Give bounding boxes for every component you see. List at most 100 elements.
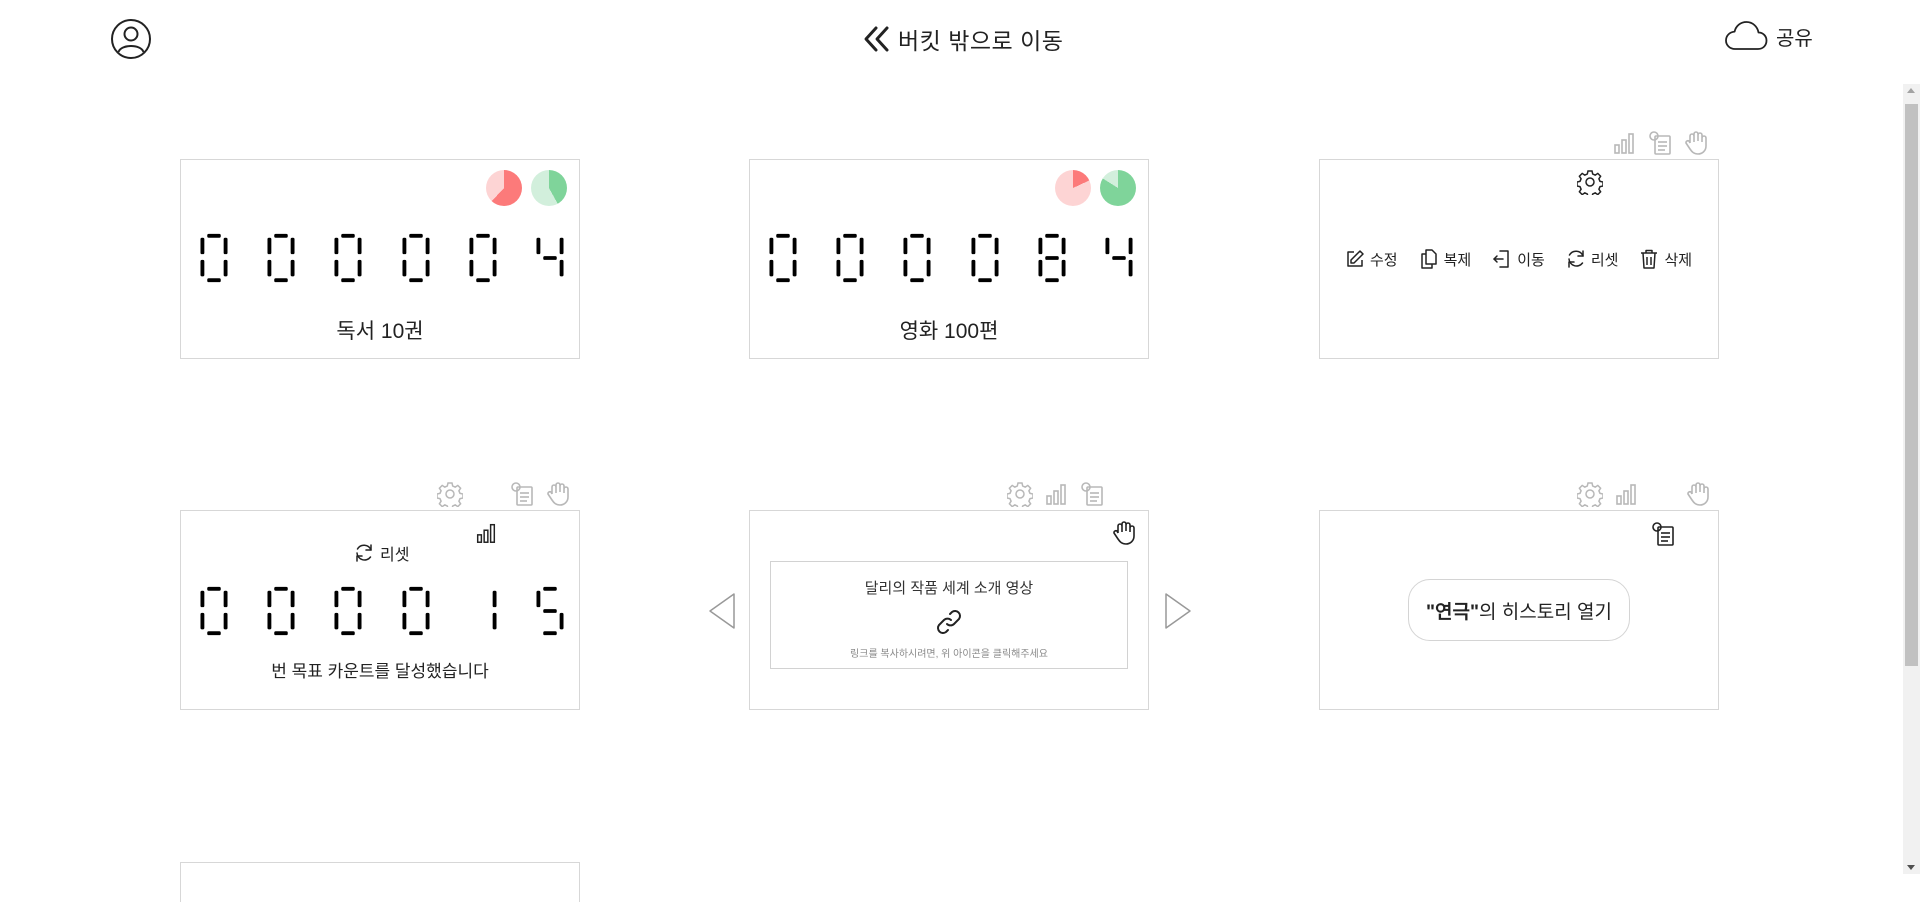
- segment-e: [200, 259, 205, 277]
- segment-d: [843, 278, 857, 283]
- red-progress-pie[interactable]: [1055, 170, 1091, 206]
- memo-icon[interactable]: [1647, 130, 1673, 156]
- card-tools: [1611, 130, 1709, 156]
- prev-arrow[interactable]: [706, 591, 738, 631]
- segment-c: [1128, 259, 1133, 277]
- bar-chart-icon[interactable]: [1613, 481, 1639, 507]
- hand-icon[interactable]: [1683, 130, 1709, 156]
- double-chevron-left-icon: [864, 26, 889, 52]
- profile-button[interactable]: [110, 18, 152, 60]
- segment-e: [971, 259, 975, 277]
- user-icon: [111, 19, 151, 59]
- segment-b: [425, 590, 430, 608]
- gear-icon[interactable]: [437, 481, 463, 507]
- segment-c: [492, 612, 497, 630]
- segment-a: [341, 586, 356, 591]
- hand-icon[interactable]: [1685, 481, 1711, 507]
- segment-d: [543, 631, 557, 636]
- segment-f: [334, 237, 339, 255]
- card-tools: [1577, 481, 1711, 507]
- segment-e: [769, 259, 774, 277]
- segment-e: [402, 612, 406, 630]
- gear-icon[interactable]: [1577, 481, 1603, 507]
- reset-button[interactable]: 리셋: [353, 541, 409, 565]
- next-card-partial[interactable]: [180, 862, 580, 902]
- open-history-button[interactable]: "연극" 의 히스토리 열기: [1408, 579, 1630, 641]
- segment-g: [543, 256, 557, 260]
- segment-a: [274, 586, 288, 591]
- digit-2: [836, 233, 864, 283]
- exit-bucket-link[interactable]: 버킷 밖으로 이동: [862, 22, 1063, 56]
- copy-icon: [1420, 249, 1437, 269]
- segment-d: [207, 278, 221, 283]
- memo-icon[interactable]: [1079, 481, 1105, 507]
- segment-b: [425, 237, 430, 255]
- bar-chart-icon[interactable]: [1043, 481, 1069, 507]
- digit-5: [1038, 233, 1066, 283]
- reset-label: 리셋: [1590, 251, 1619, 269]
- bar-chart-icon[interactable]: [1611, 130, 1637, 156]
- segment-c: [290, 612, 295, 630]
- scroll-thumb[interactable]: [1905, 104, 1918, 666]
- green-progress-pie[interactable]: [531, 170, 567, 206]
- segment-b: [492, 590, 497, 608]
- counter-display: [199, 230, 565, 286]
- segment-f: [971, 237, 975, 255]
- segment-b: [792, 237, 797, 255]
- history-subject: "연극": [1426, 601, 1480, 623]
- scroll-up-arrow[interactable]: [1907, 88, 1915, 93]
- counter-card-goal[interactable]: 리셋 번 목표 카운트를 달성했습니다: [180, 510, 580, 710]
- segment-c: [358, 259, 362, 277]
- segment-d: [408, 631, 423, 636]
- red-progress-pie[interactable]: [486, 170, 522, 206]
- segment-a: [274, 233, 288, 238]
- digit-5: [492, 590, 497, 630]
- next-arrow[interactable]: [1162, 591, 1194, 631]
- link-preview: 달리의 작품 세계 소개 영상 링크를 복사하시려면, 위 아이콘을 클릭해주세…: [770, 561, 1128, 669]
- segment-f: [402, 590, 406, 608]
- segment-e: [334, 259, 339, 277]
- delete-button[interactable]: 삭제: [1638, 248, 1692, 270]
- counter-card-movies[interactable]: 영화 100편: [749, 159, 1149, 359]
- segment-e: [402, 259, 406, 277]
- segment-f: [1038, 237, 1043, 255]
- move-icon: [1493, 250, 1509, 268]
- edit-label: 수정: [1370, 251, 1398, 269]
- segment-f: [469, 237, 474, 255]
- move-button[interactable]: 이동: [1491, 248, 1545, 270]
- scroll-down-arrow[interactable]: [1907, 865, 1915, 870]
- link-icon[interactable]: [934, 607, 964, 637]
- history-card[interactable]: "연극" 의 히스토리 열기: [1319, 510, 1719, 710]
- segment-g: [1044, 256, 1059, 260]
- counter-card-reading[interactable]: 독서 10권: [180, 159, 580, 359]
- edit-button[interactable]: 수정: [1344, 248, 1398, 270]
- hand-icon[interactable]: [545, 481, 571, 507]
- gear-icon[interactable]: [1007, 481, 1033, 507]
- segment-e: [836, 259, 841, 277]
- segment-b: [994, 237, 999, 255]
- page-scrollbar[interactable]: [1903, 84, 1920, 874]
- memo-icon[interactable]: [509, 481, 535, 507]
- segment-c: [927, 259, 931, 277]
- share-button[interactable]: 공유: [1724, 18, 1813, 54]
- segment-b: [1061, 237, 1066, 255]
- segment-f: [200, 590, 205, 608]
- segment-b: [358, 590, 362, 608]
- green-progress-pie[interactable]: [1100, 170, 1136, 206]
- link-card[interactable]: 달리의 작품 세계 소개 영상 링크를 복사하시려면, 위 아이콘을 클릭해주세…: [749, 510, 1149, 710]
- segment-c: [1061, 259, 1066, 277]
- segment-a: [910, 233, 925, 238]
- reset-button[interactable]: 리셋: [1565, 248, 1619, 270]
- gear-icon[interactable]: [1577, 169, 1603, 195]
- memo-icon[interactable]: [1650, 521, 1676, 547]
- progress-pies: [486, 170, 567, 206]
- hand-icon[interactable]: [1111, 520, 1137, 546]
- segment-f: [200, 237, 205, 255]
- bar-chart-icon[interactable]: [474, 521, 498, 545]
- duplicate-button[interactable]: 복제: [1418, 248, 1471, 270]
- digit-4: [402, 233, 430, 283]
- segment-e: [267, 612, 272, 630]
- segment-f: [769, 237, 774, 255]
- segment-d: [910, 278, 925, 283]
- segment-d: [341, 278, 356, 283]
